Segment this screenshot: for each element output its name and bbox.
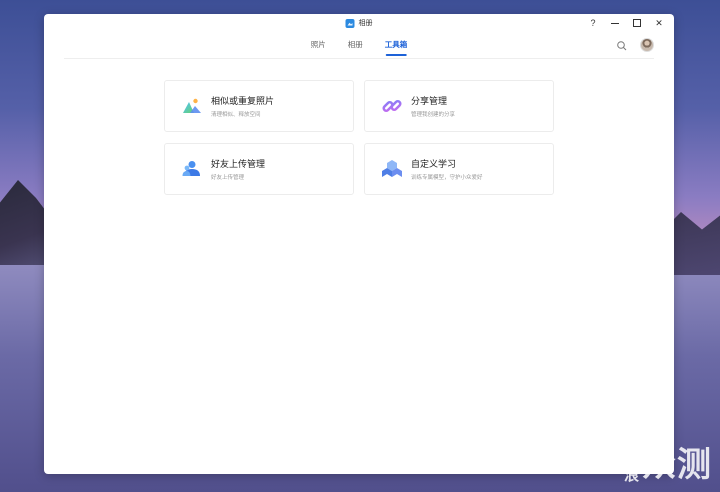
tool-card-share-management[interactable]: 分享管理 管理我创建的分享 [364, 80, 554, 132]
tool-subtitle: 训练专属模型，守护小众爱好 [411, 175, 483, 181]
tool-title: 分享管理 [411, 96, 448, 106]
site-watermark: 新浪众测 [624, 437, 712, 486]
title-bar[interactable]: 相册 ? ✕ [44, 14, 674, 34]
tool-title: 好友上传管理 [211, 159, 266, 169]
minimize-button[interactable] [610, 17, 620, 29]
toolbox-grid: 相似或重复照片 清理相似、释放空间 分享管理 管理我创建的分享 好友上传管理 好… [164, 80, 554, 195]
help-button[interactable]: ? [588, 17, 598, 29]
tool-title: 自定义学习 [411, 159, 457, 169]
tool-card-similar-photos[interactable]: 相似或重复照片 清理相似、释放空间 [164, 80, 354, 132]
tab-albums[interactable]: 相册 [348, 39, 363, 56]
landscape-icon [181, 95, 203, 117]
avatar[interactable] [640, 38, 654, 52]
tab-bar: 照片 相册 工具箱 [311, 39, 407, 56]
link-icon [381, 95, 403, 117]
photos-app-window: 相册 ? ✕ 照片 相册 工具箱 相似或重复照片 清理相似、释放空间 分享管理 … [44, 14, 674, 474]
tool-subtitle: 好友上传管理 [211, 175, 245, 181]
tool-title: 相似或重复照片 [211, 96, 275, 106]
tab-toolbox[interactable]: 工具箱 [385, 39, 407, 56]
app-title-text: 相册 [358, 20, 373, 27]
window-controls: ? ✕ [588, 17, 664, 29]
top-navigation: 照片 相册 工具箱 [64, 34, 654, 59]
tool-subtitle: 管理我创建的分享 [411, 112, 456, 118]
photos-app-icon [345, 18, 355, 28]
close-button[interactable]: ✕ [654, 17, 664, 29]
watermark-right-text: 众测 [642, 445, 712, 485]
search-icon[interactable] [616, 39, 628, 51]
friends-upload-icon [181, 158, 203, 180]
app-title: 相册 [345, 18, 373, 28]
cubes-icon [381, 158, 403, 180]
tool-subtitle: 清理相似、释放空间 [211, 112, 261, 118]
tool-card-custom-learning[interactable]: 自定义学习 训练专属模型，守护小众爱好 [364, 143, 554, 195]
tool-card-friend-upload[interactable]: 好友上传管理 好友上传管理 [164, 143, 354, 195]
tab-photos[interactable]: 照片 [311, 39, 326, 56]
maximize-button[interactable] [632, 17, 642, 29]
watermark-left-text: 新浪 [624, 449, 641, 484]
